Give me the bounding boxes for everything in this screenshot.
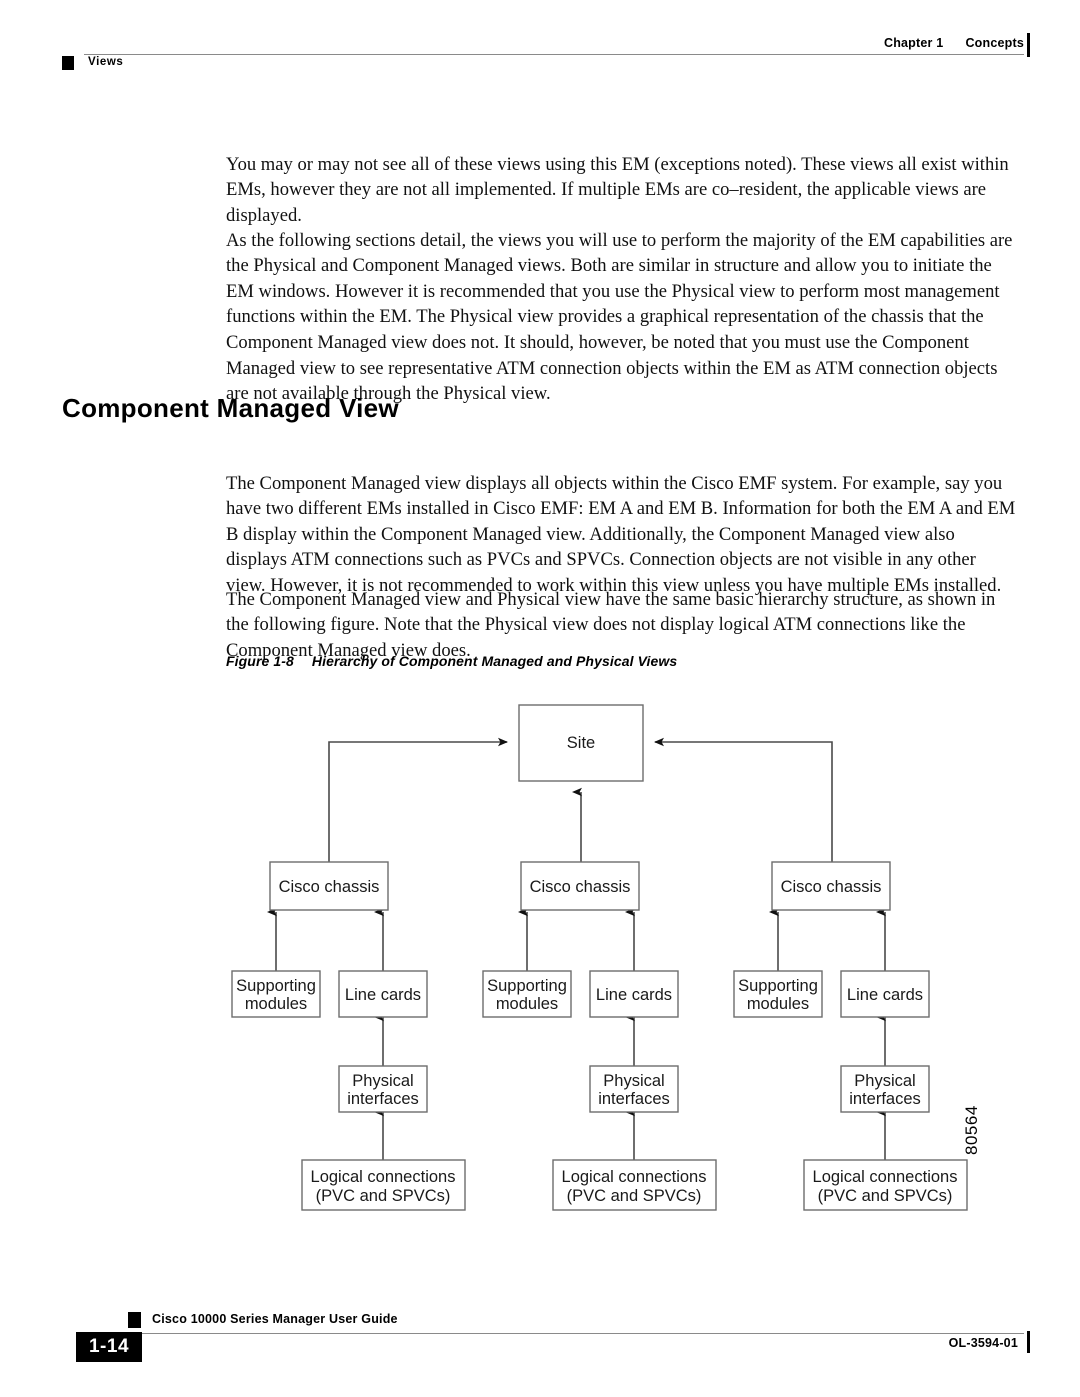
node-logical-connections-right-label-line1: Logical connections <box>813 1168 958 1186</box>
node-physical-interfaces-right[interactable]: Physical interfaces <box>840 1065 930 1113</box>
node-line-cards-right[interactable]: Line cards <box>840 970 930 1018</box>
node-physical-interfaces-left[interactable]: Physical interfaces <box>338 1065 428 1113</box>
node-supporting-modules-right-label-line2: modules <box>747 995 809 1013</box>
node-logical-connections-center[interactable]: Logical connections (PVC and SPVCs) <box>552 1159 717 1211</box>
node-line-cards-left-label: Line cards <box>345 986 421 1004</box>
paragraph-component-managed-objects: The Component Managed view displays all … <box>226 472 1016 596</box>
node-supporting-modules-left-label-line2: modules <box>245 995 307 1013</box>
node-logical-connections-right[interactable]: Logical connections (PVC and SPVCs) <box>803 1159 968 1211</box>
node-physical-interfaces-center-label-line2: interfaces <box>598 1090 670 1108</box>
node-supporting-modules-center[interactable]: Supporting modules <box>482 970 572 1018</box>
node-supporting-modules-left[interactable]: Supporting modules <box>231 970 321 1018</box>
figure-art-number: 80564 <box>962 1105 981 1155</box>
figure-hierarchy-diagram: Site Cisco chassis Cisco chassis Cisco c… <box>0 690 1080 1230</box>
page-footer <box>0 1290 1080 1370</box>
footer-end-bar <box>1027 1331 1030 1353</box>
header-rule <box>84 54 1024 55</box>
node-chassis-left-label: Cisco chassis <box>279 878 380 896</box>
page-title: Component Managed View <box>62 393 399 423</box>
header-running-head: Views <box>88 56 124 68</box>
node-physical-interfaces-right-label-line2: interfaces <box>849 1090 921 1108</box>
figure-caption: Figure 1-8 Hierarchy of Component Managed… <box>226 653 677 669</box>
node-chassis-center[interactable]: Cisco chassis <box>520 861 640 911</box>
node-chassis-center-label: Cisco chassis <box>530 878 631 896</box>
footer-bullet-square-icon <box>128 1312 141 1328</box>
node-line-cards-center[interactable]: Line cards <box>589 970 679 1018</box>
header-chapter-label: Chapter 1 <box>883 36 944 50</box>
node-physical-interfaces-center-label-line1: Physical <box>603 1072 664 1090</box>
node-physical-interfaces-left-label-line1: Physical <box>352 1072 413 1090</box>
hierarchy-svg: Site Cisco chassis Cisco chassis Cisco c… <box>231 704 968 1211</box>
footer-guide-title: Cisco 10000 Series Manager User Guide <box>152 1312 398 1326</box>
node-chassis-left[interactable]: Cisco chassis <box>269 861 389 911</box>
edge-left-chassis-to-site <box>328 737 508 862</box>
node-logical-connections-center-label-line1: Logical connections <box>562 1168 707 1186</box>
node-logical-connections-left-label-line2: (PVC and SPVCs) <box>316 1187 451 1205</box>
footer-doc-id: OL-3594-01 <box>948 1336 1018 1350</box>
figure-caption-number: Figure 1-8 <box>226 653 294 669</box>
node-physical-interfaces-right-label-line1: Physical <box>854 1072 915 1090</box>
node-logical-connections-center-label-line2: (PVC and SPVCs) <box>567 1187 702 1205</box>
node-supporting-modules-left-label-line1: Supporting <box>236 977 316 995</box>
paragraph-views-overview: As the following sections detail, the vi… <box>226 229 1013 405</box>
node-line-cards-center-label: Line cards <box>596 986 672 1004</box>
header-chapter-info: Chapter 1 Concepts <box>884 36 1024 50</box>
node-logical-connections-left[interactable]: Logical connections (PVC and SPVCs) <box>301 1159 466 1211</box>
node-supporting-modules-right[interactable]: Supporting modules <box>733 970 823 1018</box>
edge-group-column-center <box>518 907 635 1160</box>
footer-page-number: 1-14 <box>76 1332 142 1362</box>
node-site[interactable]: Site <box>518 704 644 782</box>
header-end-bar <box>1027 33 1030 57</box>
node-supporting-modules-right-label-line1: Supporting <box>738 977 818 995</box>
node-logical-connections-left-label-line1: Logical connections <box>311 1168 456 1186</box>
paragraph-views-note: You may or may not see all of these view… <box>226 153 1009 226</box>
node-supporting-modules-center-label-line2: modules <box>496 995 558 1013</box>
page-header: Chapter 1 Concepts Views <box>0 0 1080 90</box>
node-site-label: Site <box>567 734 595 752</box>
node-physical-interfaces-left-label-line2: interfaces <box>347 1090 419 1108</box>
header-chapter-topic: Concepts <box>965 36 1024 50</box>
edge-right-chassis-to-site <box>654 737 833 862</box>
node-chassis-right-label: Cisco chassis <box>781 878 882 896</box>
node-supporting-modules-center-label-line1: Supporting <box>487 977 567 995</box>
paragraph-hierarchy-intro: The Component Managed view and Physical … <box>226 588 996 661</box>
node-physical-interfaces-center[interactable]: Physical interfaces <box>589 1065 679 1113</box>
footer-rule <box>84 1333 1024 1334</box>
node-line-cards-left[interactable]: Line cards <box>338 970 428 1018</box>
figure-caption-title: Hierarchy of Component Managed and Physi… <box>311 653 678 669</box>
edge-group-column-right <box>769 907 886 1160</box>
node-chassis-right[interactable]: Cisco chassis <box>771 861 891 911</box>
node-line-cards-right-label: Line cards <box>847 986 923 1004</box>
node-logical-connections-right-label-line2: (PVC and SPVCs) <box>818 1187 953 1205</box>
header-bullet-square-icon <box>62 56 74 70</box>
edge-group-column-left <box>267 907 384 1160</box>
